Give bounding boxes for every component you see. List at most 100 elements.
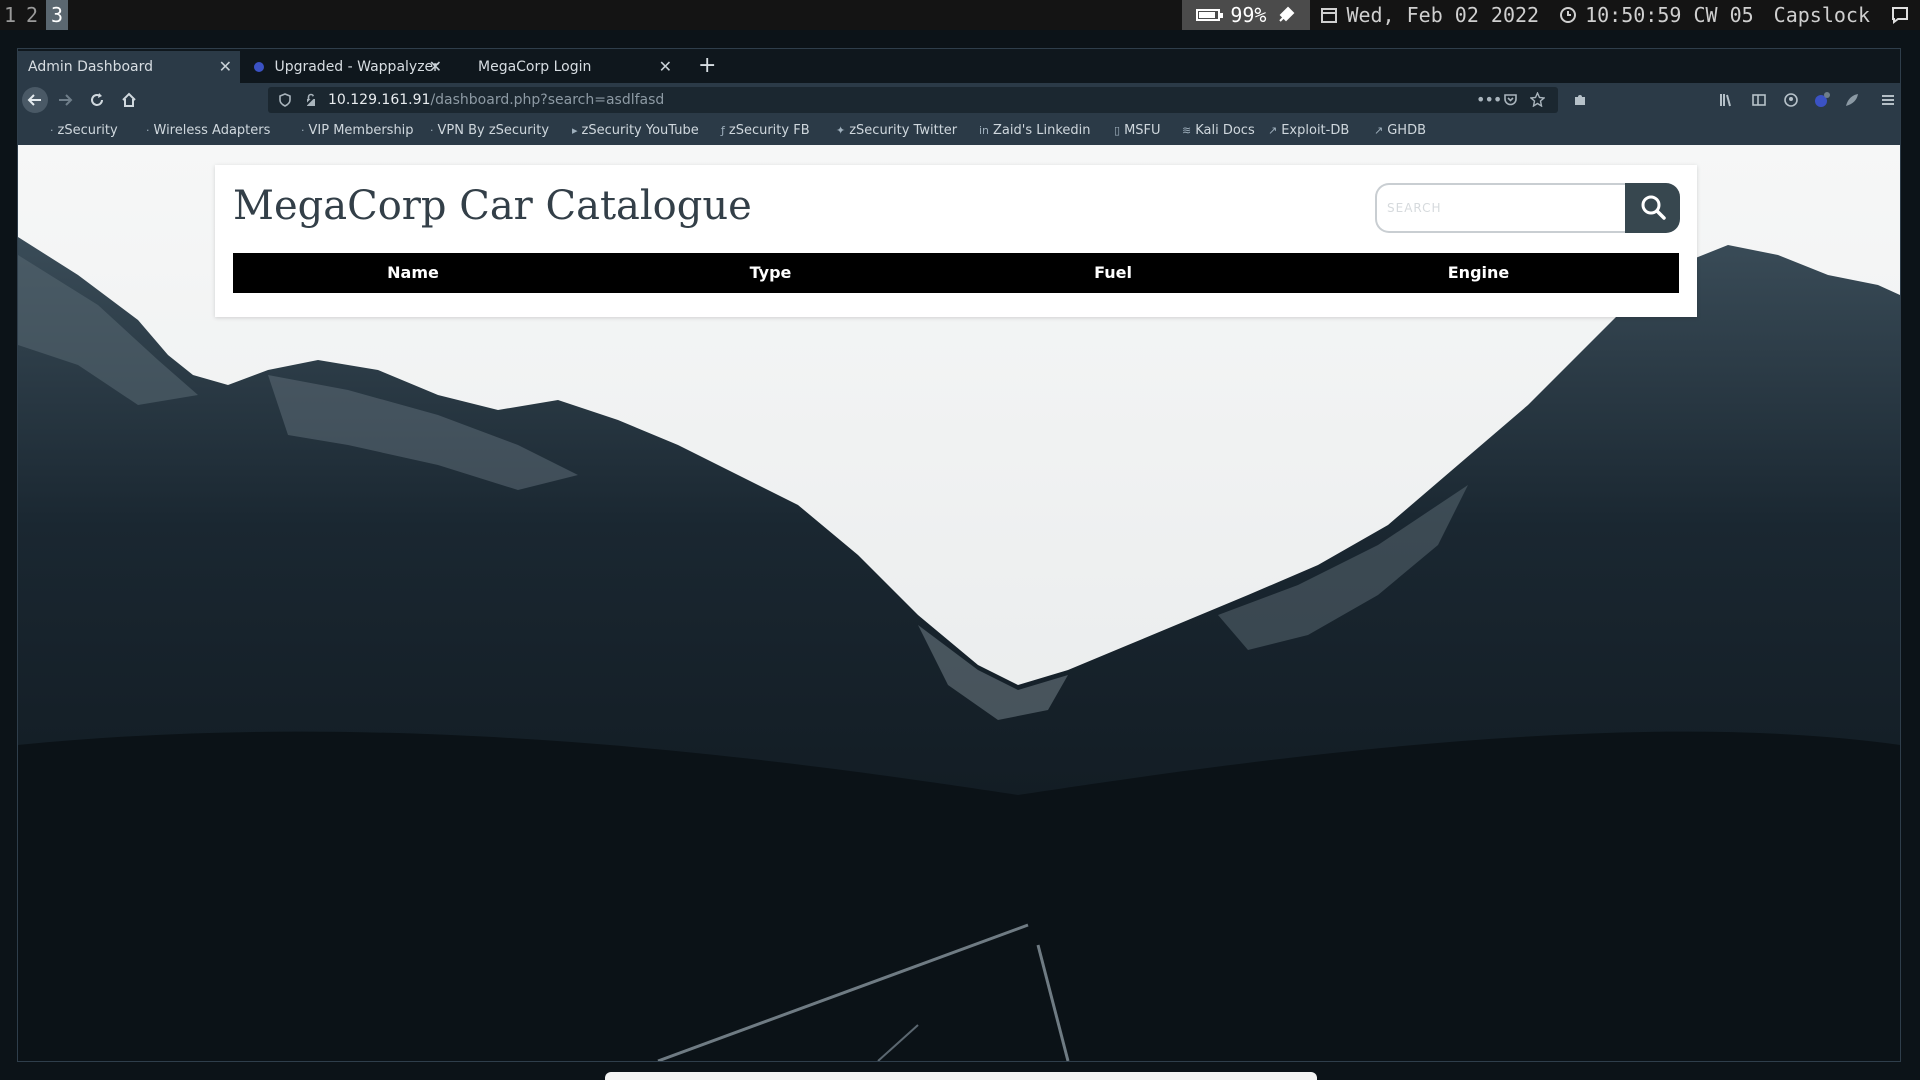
column-header-fuel[interactable]: Fuel (948, 253, 1278, 293)
battery-indicator: 99% (1182, 0, 1311, 30)
catalogue-table-header: Name Type Fuel Engine (233, 253, 1679, 293)
bookmark-label: Wireless Adapters (153, 123, 271, 138)
address-bar[interactable]: 10.129.161.91/dashboard.php?search=asdlf… (268, 87, 1558, 113)
bookmark-zsecurity[interactable]: · zSecurity (50, 117, 118, 145)
tab-wappalyzer[interactable]: Upgraded - Wappalyzer ✕ (244, 51, 450, 83)
account-icon[interactable] (1779, 87, 1803, 113)
bookmark-star-icon[interactable] (1529, 87, 1546, 116)
bookmark-label: VPN By zSecurity (437, 123, 550, 138)
new-tab-button[interactable]: + (698, 51, 716, 83)
bookmark-icon: · (301, 124, 305, 137)
exploit-db-icon: ↗ (1268, 124, 1278, 137)
bookmark-icon: · (50, 124, 54, 137)
charging-plug-icon (1279, 6, 1295, 22)
home-button[interactable] (116, 87, 142, 113)
bookmarks-toolbar: · zSecurity · Wireless Adapters · VIP Membe… (18, 117, 1900, 145)
forward-button[interactable] (52, 87, 78, 113)
bookmark-label: GHDB (1387, 123, 1426, 138)
time-text: 10:50:59 CW 05 (1585, 3, 1754, 27)
home-icon (122, 92, 136, 107)
workspace-3[interactable]: 3 (46, 0, 68, 30)
column-header-type[interactable]: Type (593, 253, 948, 293)
extension-leaf-icon[interactable] (1840, 87, 1864, 113)
close-icon[interactable]: ✕ (659, 51, 672, 83)
bookmark-wireless-adapters[interactable]: · Wireless Adapters (146, 117, 270, 145)
bookmark-label: zSecurity Twitter (849, 123, 958, 138)
workspace-2[interactable]: 2 (24, 0, 40, 30)
column-header-engine[interactable]: Engine (1278, 253, 1679, 293)
close-icon[interactable]: ✕ (429, 51, 442, 83)
page-viewport[interactable]: MegaCorp Car Catalogue Name Type Fuel En… (18, 145, 1900, 1061)
kali-icon: ≋ (1182, 124, 1192, 137)
bookmark-zsecurity-youtube[interactable]: ▸ zSecurity YouTube (572, 117, 699, 145)
page-title: MegaCorp Car Catalogue (233, 183, 752, 229)
url-path: /dashboard.php?search=asdlfasd (430, 92, 665, 108)
dock-strip (605, 1072, 1317, 1080)
youtube-icon: ▸ (572, 124, 578, 137)
twitter-icon: ✦ (836, 124, 846, 137)
library-icon[interactable] (1714, 87, 1738, 113)
url-host: 10.129.161.91 (328, 92, 431, 108)
capslock-text: Capslock (1773, 3, 1870, 27)
bookmark-kali-docs[interactable]: ≋ Kali Docs (1182, 117, 1255, 145)
catalogue-card: MegaCorp Car Catalogue Name Type Fuel En… (215, 165, 1697, 317)
extensions-puzzle-icon[interactable] (1568, 87, 1592, 113)
bookmark-vip-membership[interactable]: · VIP Membership (301, 117, 414, 145)
bookmark-label: zSecurity YouTube (581, 123, 699, 138)
bookmark-label: Zaid's Linkedin (993, 123, 1091, 138)
date-display: Wed, Feb 02 2022 (1310, 0, 1549, 30)
capslock-indicator: Capslock (1764, 0, 1880, 30)
navigation-bar: 10.129.161.91/dashboard.php?search=asdlf… (18, 83, 1900, 117)
wappalyzer-favicon-icon (254, 62, 264, 72)
bookmark-vpn[interactable]: · VPN By zSecurity (430, 117, 549, 145)
column-header-name[interactable]: Name (233, 253, 593, 293)
bookmark-label: Exploit-DB (1281, 123, 1350, 138)
notification-area[interactable] (1880, 0, 1920, 30)
pocket-icon[interactable] (1503, 87, 1518, 116)
wappalyzer-extension-icon[interactable] (1810, 87, 1834, 113)
bookmark-msfu[interactable]: ▯ MSFU (1114, 117, 1161, 145)
close-icon[interactable]: ✕ (219, 51, 232, 83)
bookmark-label: zSecurity (57, 123, 118, 138)
bookmark-ghdb[interactable]: ↗ GHDB (1374, 117, 1426, 145)
search-input[interactable] (1375, 183, 1627, 233)
system-bar: 1 2 3 99% Wed, Feb 02 2022 10:50:59 CW 0… (0, 0, 1920, 30)
bookmark-zsecurity-fb[interactable]: ƒ zSecurity FB (721, 117, 810, 145)
tab-megacorp-login[interactable]: MegaCorp Login ✕ (468, 51, 680, 83)
chat-bubble-icon[interactable] (1890, 5, 1910, 25)
shield-icon[interactable] (278, 87, 292, 116)
tab-title: Upgraded - Wappalyzer (274, 59, 439, 75)
bookmark-icon: · (430, 124, 434, 137)
facebook-icon: ƒ (721, 124, 725, 137)
bookmark-label: VIP Membership (308, 123, 414, 138)
clock-icon (1560, 7, 1577, 23)
calendar-icon (1321, 8, 1338, 23)
back-button[interactable] (22, 87, 48, 113)
menu-hamburger-icon[interactable] (1876, 87, 1900, 113)
bookmark-label: Kali Docs (1195, 123, 1255, 138)
bookmark-icon: ▯ (1114, 124, 1121, 137)
tab-title: Admin Dashboard (28, 59, 154, 75)
date-text: Wed, Feb 02 2022 (1346, 3, 1540, 27)
bookmark-zsecurity-twitter[interactable]: ✦ zSecurity Twitter (836, 117, 957, 145)
bookmark-label: zSecurity FB (728, 123, 810, 138)
bookmark-zaids-linkedin[interactable]: in Zaid's Linkedin (979, 117, 1091, 145)
search-button[interactable] (1625, 183, 1680, 233)
sidebar-icon[interactable] (1747, 87, 1771, 113)
system-status: 99% Wed, Feb 02 2022 10:50:59 CW 05 Caps… (1182, 0, 1920, 30)
browser-window: Admin Dashboard ✕ Upgraded - Wappalyzer … (17, 48, 1901, 1062)
bookmark-icon: · (146, 124, 150, 137)
more-actions-icon[interactable]: ••• (1476, 87, 1502, 113)
url-text[interactable]: 10.129.161.91/dashboard.php?search=asdlf… (328, 87, 664, 113)
ghdb-icon: ↗ (1374, 124, 1384, 137)
search-form (1375, 183, 1680, 233)
back-arrow-icon (27, 94, 41, 106)
reload-button[interactable] (84, 87, 110, 113)
battery-percent: 99% (1230, 3, 1267, 27)
workspace-1[interactable]: 1 (2, 0, 18, 30)
tab-admin-dashboard[interactable]: Admin Dashboard ✕ (18, 51, 240, 83)
bookmark-label: MSFU (1124, 123, 1161, 138)
insecure-lock-icon[interactable] (304, 87, 318, 116)
bookmark-exploit-db[interactable]: ↗ Exploit-DB (1268, 117, 1349, 145)
linkedin-icon: in (979, 124, 990, 137)
